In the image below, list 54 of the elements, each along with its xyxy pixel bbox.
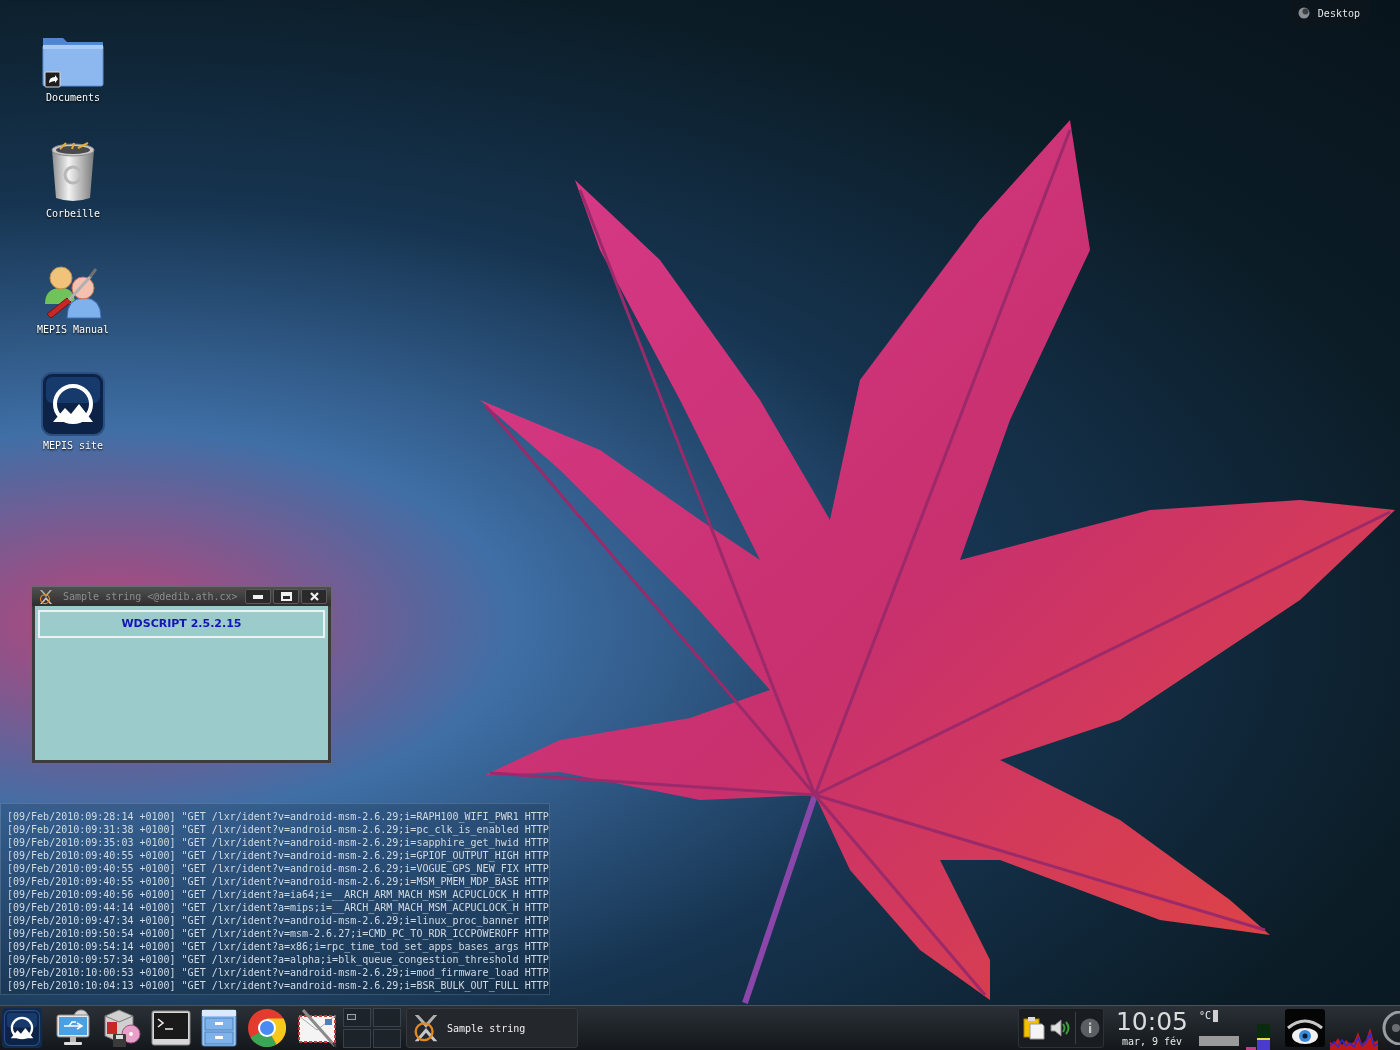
maximize-icon bbox=[280, 592, 292, 601]
x-logo-icon bbox=[38, 588, 54, 605]
application-menu-button[interactable] bbox=[2, 1008, 42, 1048]
partial-circle-icon[interactable] bbox=[1382, 1011, 1400, 1045]
log-line: [09/Feb/2010:09:28:14 +0100] "GET /lxr/ident?v=android-msm-2.6.29;i=RAPH100_WIFI_PWR1 HTTP bbox=[7, 810, 549, 823]
close-icon bbox=[309, 592, 319, 601]
desktop-icon-label[interactable]: Documents bbox=[45, 92, 101, 104]
file-cabinet-icon[interactable] bbox=[201, 1009, 237, 1047]
speaker-icon[interactable] bbox=[1049, 1018, 1071, 1038]
trash-can-icon bbox=[50, 142, 96, 204]
log-line: [09/Feb/2010:09:57:34 +0100] "GET /lxr/ident?a=alpha;i=blk_queue_congestion_threshold HTTP bbox=[7, 953, 549, 966]
package-box-icon[interactable] bbox=[101, 1008, 141, 1048]
window-thumbnail-icon bbox=[347, 1014, 356, 1020]
minimize-icon bbox=[253, 594, 263, 599]
maximize-button[interactable] bbox=[273, 589, 299, 604]
log-line: [09/Feb/2010:09:54:14 +0100] "GET /lxr/ident?a=x86;i=rpc_time_tod_set_apps_bases_args HTTP bbox=[7, 940, 549, 953]
gauge-bar-drawing bbox=[1199, 1036, 1239, 1046]
browser-globe-icon[interactable] bbox=[247, 1008, 287, 1048]
log-line: [09/Feb/2010:09:35:03 +0100] "GET /lxr/ident?v=android-msm-2.6.29;i=sapphire_get_hwid HTTP bbox=[7, 836, 549, 849]
folder-icon bbox=[41, 36, 105, 88]
eye-icon[interactable] bbox=[1284, 1008, 1326, 1048]
desktop-icon-label[interactable]: MEPIS site bbox=[42, 440, 104, 452]
log-line: [09/Feb/2010:09:40:55 +0100] "GET /lxr/ident?v=android-msm-2.6.29;i=VOGUE_GPS_NEW_FIX HTTP bbox=[7, 862, 549, 875]
mountain-circle-logo-icon bbox=[41, 372, 105, 436]
terminal-icon[interactable] bbox=[151, 1010, 191, 1046]
temperature-unit: °C bbox=[1199, 1010, 1212, 1022]
desktop-icon-label[interactable]: MEPIS Manual bbox=[36, 324, 110, 336]
log-line: [09/Feb/2010:10:04:13 +0100] "GET /lxr/ident?v=android-msm-2.6.29;i=BSR_BULK_OUT_FULL HTTP bbox=[7, 979, 549, 992]
pager-desktop[interactable] bbox=[343, 1008, 371, 1027]
toolbox-circle-icon bbox=[1297, 7, 1310, 19]
mountain-circle-logo-icon bbox=[4, 1010, 40, 1046]
clipboard-icon[interactable] bbox=[1023, 1016, 1045, 1040]
log-line: [09/Feb/2010:09:44:14 +0100] "GET /lxr/ident?a=mips;i=__ARCH_ARM_MACH_MSM_ACPUCLOCK_H HTTP bbox=[7, 901, 549, 914]
clock-date: mar, 9 fév bbox=[1121, 1036, 1183, 1048]
log-line: [09/Feb/2010:09:40:56 +0100] "GET /lxr/ident?a=ia64;i=__ARCH_ARM_MACH_MSM_ACPUCLOCK_H HTTP bbox=[7, 888, 549, 901]
thermometer-icon bbox=[1213, 1010, 1219, 1022]
minimize-button[interactable] bbox=[245, 589, 271, 604]
info-icon[interactable] bbox=[1080, 1018, 1100, 1038]
toolbox-button[interactable]: Desktop bbox=[1289, 0, 1370, 26]
desktop-icon-label[interactable]: Corbeille bbox=[45, 208, 101, 220]
clock-time[interactable]: 10:05 bbox=[1115, 1008, 1188, 1036]
log-line: [09/Feb/2010:09:47:34 +0100] "GET /lxr/ident?v=android-msm-2.6.29;i=linux_proc_banner HTTP bbox=[7, 914, 549, 927]
log-line: [09/Feb/2010:09:40:55 +0100] "GET /lxr/ident?v=android-msm-2.6.29;i=MSM_PMEM_MDP_BASE HTTP bbox=[7, 875, 549, 888]
system-monitor-bars-drawing bbox=[1246, 1024, 1272, 1050]
monitor-usb-icon[interactable] bbox=[55, 1009, 91, 1047]
window-title: Sample string <@dedib.ath.cx> bbox=[63, 590, 238, 604]
log-line: [09/Feb/2010:09:31:38 +0100] "GET /lxr/ident?v=android-msm-2.6.29;i=pc_clk_is_enabled HTTP bbox=[7, 823, 549, 836]
envelope-pen-icon[interactable] bbox=[297, 1008, 339, 1048]
log-line: [09/Feb/2010:09:50:54 +0100] "GET /lxr/ident?v=msm-2.6.27;i=CMD_PC_TO_RDR_ICCPOWEROFF HTTP bbox=[7, 927, 549, 940]
version-heading: WDSCRIPT 2.5.2.15 bbox=[121, 615, 242, 632]
log-line: [09/Feb/2010:09:40:55 +0100] "GET /lxr/ident?v=android-msm-2.6.29;i=GPIOF_OUTPUT_HIGH HTTP bbox=[7, 849, 549, 862]
log-line: [09/Feb/2010:10:00:53 +0100] "GET /lxr/ident?v=android-msm-2.6.29;i=mod_firmware_load HTTP bbox=[7, 966, 549, 979]
close-button[interactable] bbox=[301, 589, 327, 604]
task-button[interactable]: Sample string bbox=[406, 1008, 578, 1048]
